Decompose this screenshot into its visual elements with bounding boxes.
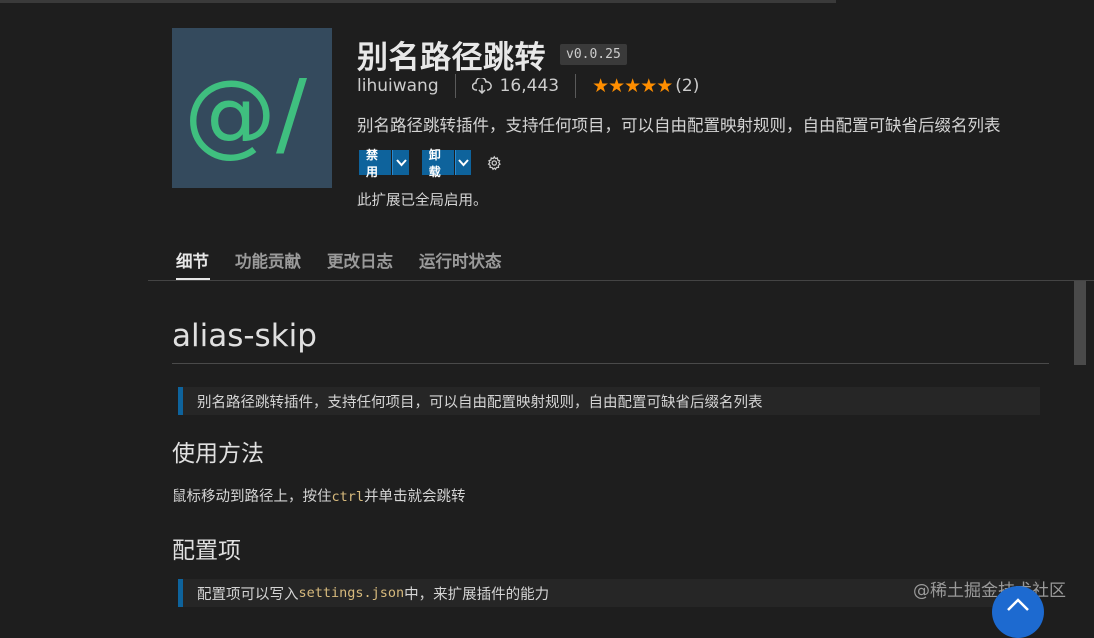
chevron-up-icon	[1007, 598, 1029, 611]
watermark: @稀土掘金技术社区	[913, 581, 1066, 601]
disable-button[interactable]: 禁用	[359, 148, 392, 179]
blockquote-text: 别名路径跳转插件，支持任何项目，可以自由配置映射规则，自由配置可缺省后缀名列表	[197, 394, 763, 411]
extension-description: 别名路径跳转插件，支持任何项目，可以自由配置映射规则，自由配置可缺省后缀名列表	[357, 116, 1001, 135]
separator	[575, 74, 577, 98]
disable-button-group: 禁用	[359, 148, 409, 179]
uninstall-dropdown-button[interactable]	[455, 150, 472, 175]
enabled-status-text: 此扩展已全局启用。	[357, 193, 488, 209]
heading-config: 配置项	[172, 538, 241, 564]
readme-title: alias-skip	[172, 318, 317, 354]
separator	[454, 74, 456, 98]
scrollbar-thumb[interactable]	[1074, 281, 1086, 365]
publisher-link[interactable]: lihuiwang	[357, 76, 439, 96]
blockquote-description: 别名路径跳转插件，支持任何项目，可以自由配置映射规则，自由配置可缺省后缀名列表	[178, 387, 1040, 415]
chevron-down-icon	[458, 159, 470, 167]
uninstall-button-group: 卸载	[421, 148, 472, 179]
disable-dropdown-button[interactable]	[392, 150, 409, 175]
tab-contributions[interactable]: 功能贡献	[235, 248, 301, 272]
inline-code-ctrl: ctrl	[331, 489, 365, 505]
title-row: 别名路径跳转 v0.0.25	[357, 32, 627, 77]
detail-tabs: 细节 功能贡献 更改日志 运行时状态	[176, 248, 528, 272]
at-slash-logo-icon: @/	[184, 60, 307, 167]
top-border	[0, 0, 836, 3]
rating-count[interactable]: (2)	[675, 76, 699, 96]
rating-stars[interactable]: ★★★★★	[592, 75, 673, 97]
usage-paragraph: 鼠标移动到路径上，按住ctrl并单击就会跳转	[172, 485, 466, 506]
heading-usage: 使用方法	[172, 441, 264, 467]
version-badge: v0.0.25	[560, 44, 627, 65]
config-text-before: 配置项可以写入	[197, 586, 299, 603]
action-buttons: 禁用 卸载	[359, 148, 503, 179]
usage-text-after: 并单击就会跳转	[364, 489, 466, 505]
config-text-after: 中，来扩展插件的能力	[404, 586, 550, 603]
meta-row: lihuiwang 16,443 ★★★★★ (2)	[357, 73, 699, 99]
inline-code-settings: settings.json	[298, 585, 405, 601]
extension-icon: @/	[172, 28, 332, 188]
scroll-to-top-button[interactable]	[992, 586, 1044, 638]
tabs-divider	[148, 280, 1094, 281]
install-count: 16,443	[499, 76, 560, 96]
blockquote-config: 配置项可以写入 settings.json 中，来扩展插件的能力	[178, 579, 1040, 607]
cloud-download-icon	[471, 78, 492, 94]
chevron-down-icon	[395, 159, 407, 167]
tab-changelog[interactable]: 更改日志	[327, 248, 393, 272]
tab-details[interactable]: 细节	[176, 248, 209, 272]
usage-text-before: 鼠标移动到路径上，按住	[172, 489, 332, 505]
uninstall-button[interactable]: 卸载	[421, 148, 455, 179]
gear-icon[interactable]	[486, 153, 503, 173]
tab-runtime-status[interactable]: 运行时状态	[419, 248, 502, 272]
logo-text: @/	[184, 60, 307, 167]
heading-divider	[172, 363, 1049, 364]
extension-title: 别名路径跳转	[357, 40, 546, 76]
